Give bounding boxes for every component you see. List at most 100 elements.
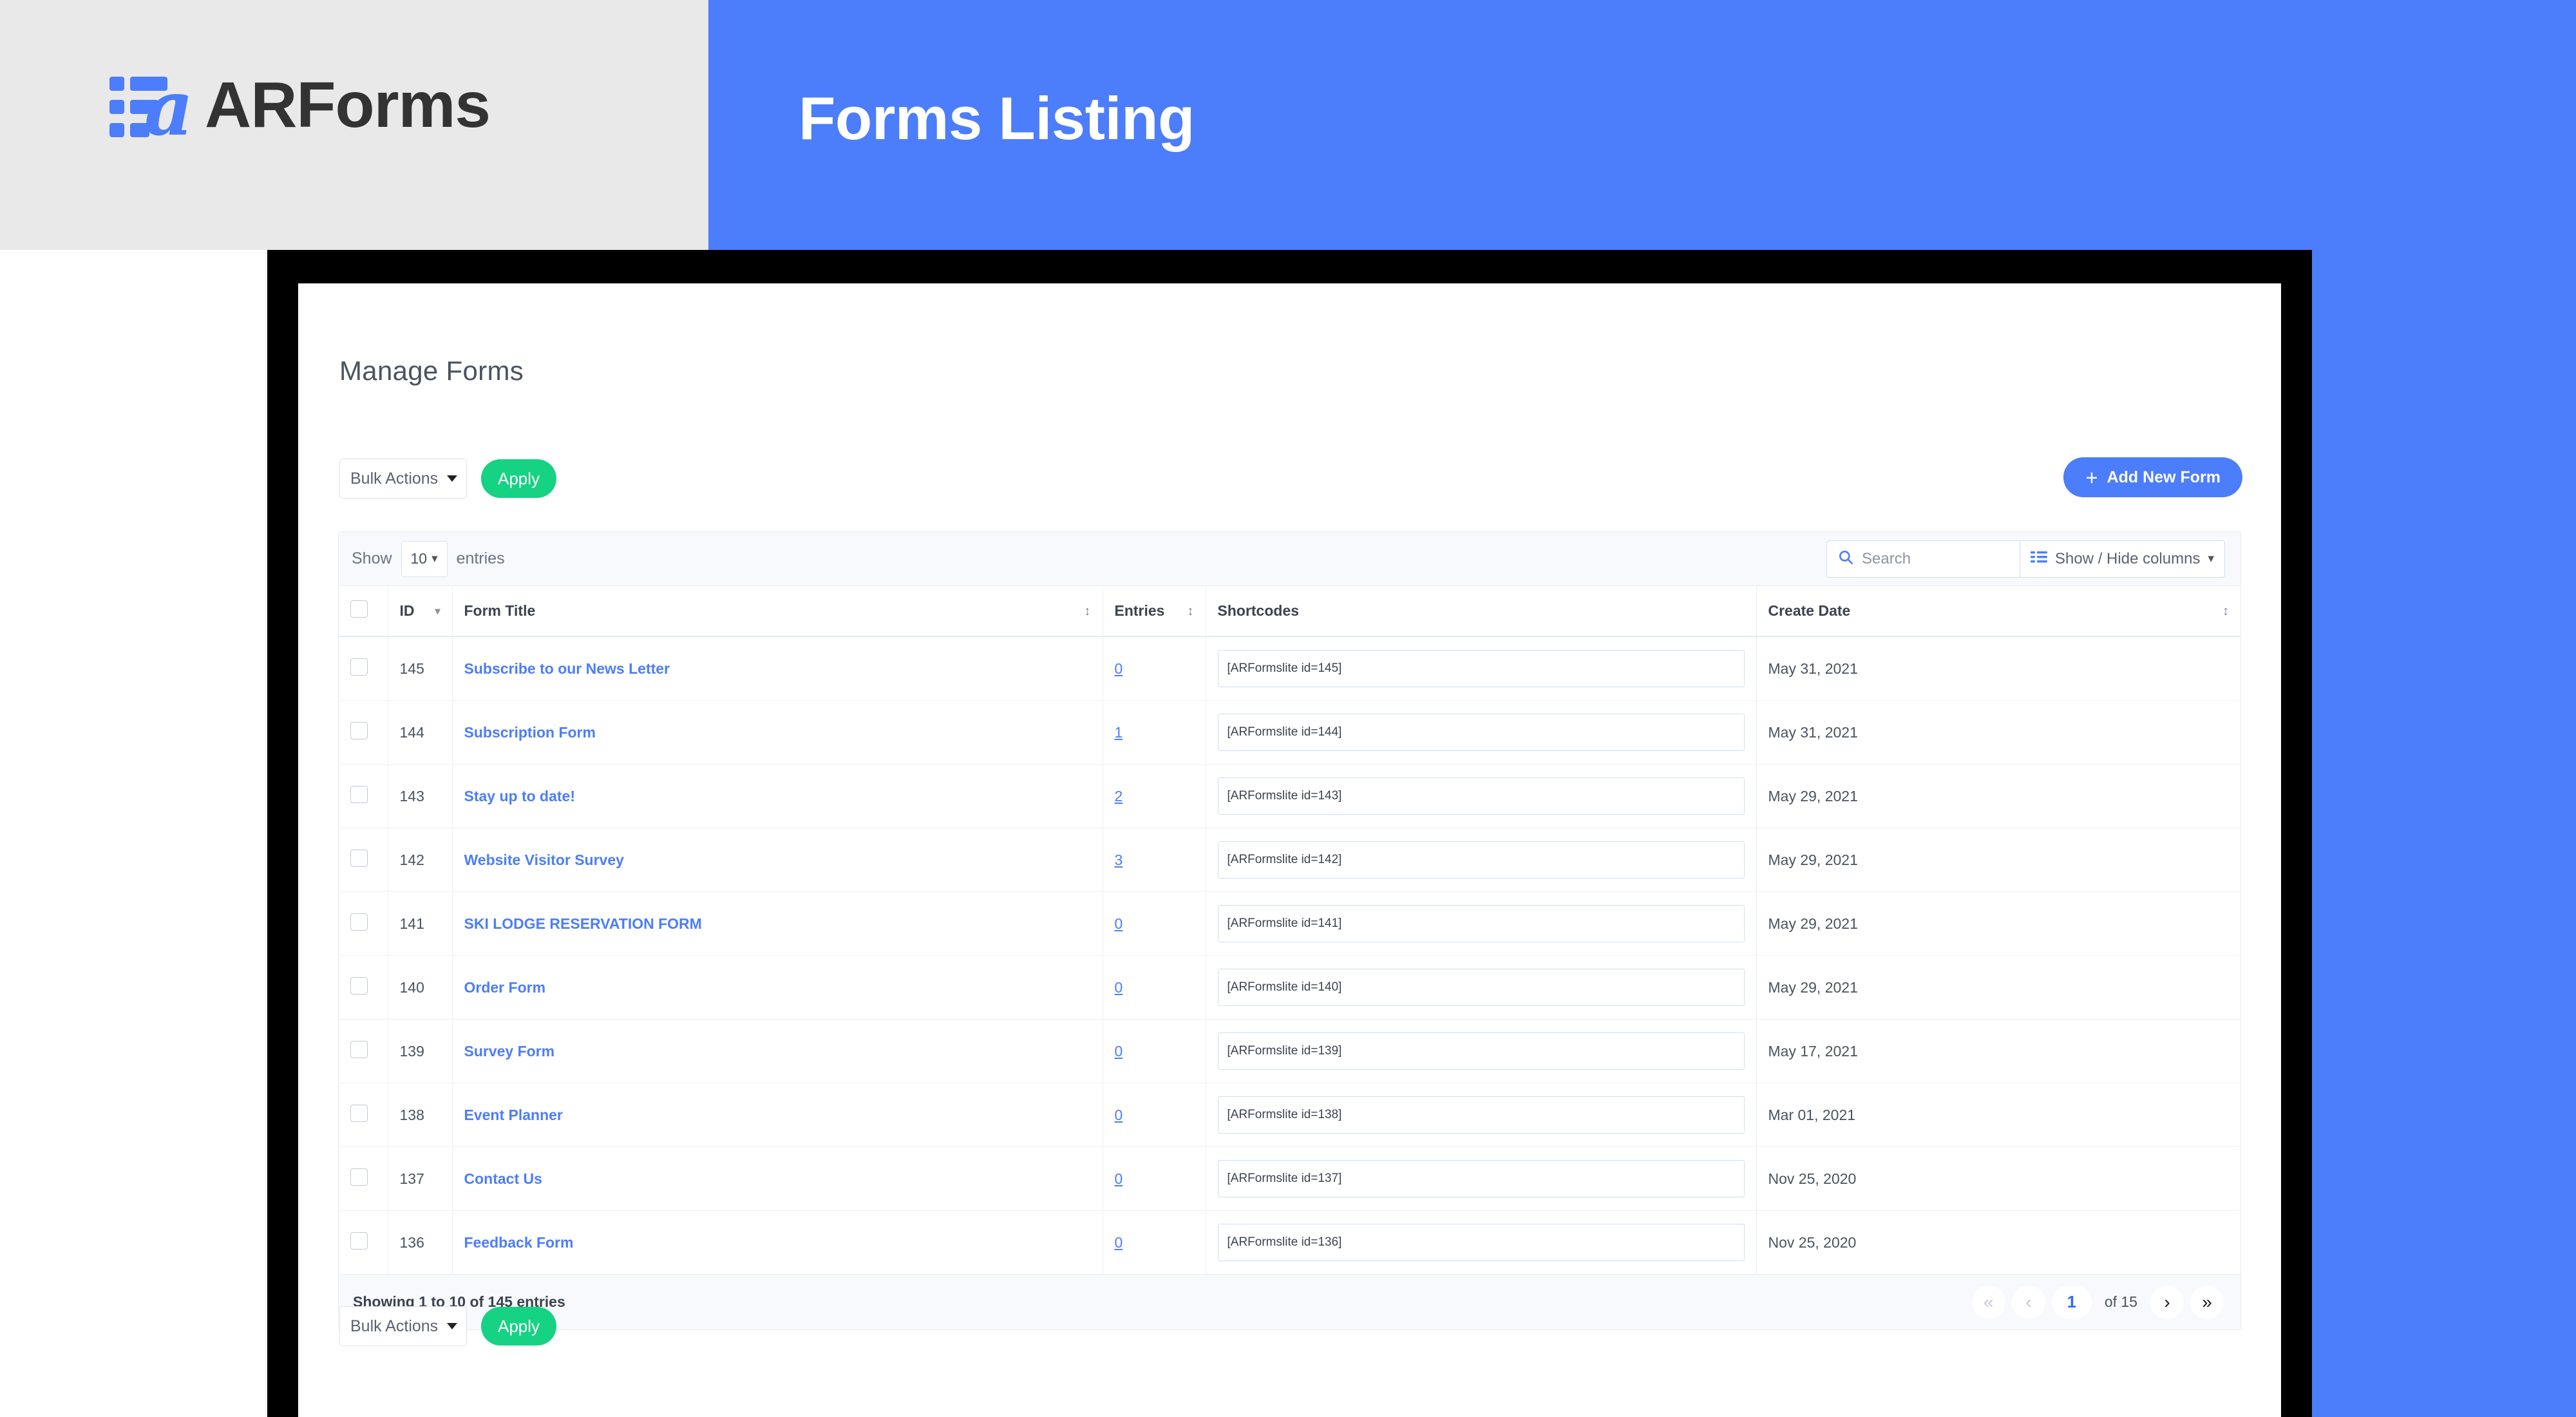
table-row: 144 Subscription Form 1 May 31, 2021 (339, 700, 2240, 765)
row-form-title-cell: Stay up to date! (452, 764, 1103, 828)
row-checkbox[interactable] (350, 785, 368, 803)
form-title-link[interactable]: SKI LODGE RESERVATION FORM (464, 915, 702, 932)
th-entries-label: Entries (1114, 602, 1165, 619)
shortcode-input[interactable] (1217, 777, 1745, 815)
datatable-footer: Showing 1 to 10 of 145 entries « ‹ 1 of … (339, 1274, 2240, 1329)
form-title-link[interactable]: Event Planner (464, 1107, 563, 1123)
bulk-actions-select-bottom[interactable]: Bulk Actions (339, 1306, 467, 1346)
row-checkbox[interactable] (350, 849, 368, 867)
shortcode-input[interactable] (1217, 1224, 1745, 1261)
pagination-prev-button[interactable]: ‹ (2011, 1285, 2045, 1319)
row-shortcode-cell (1206, 828, 1757, 892)
search-icon (1837, 549, 1854, 569)
chevron-down-icon: ▾ (2208, 552, 2214, 566)
apply-button-bottom[interactable]: Apply (481, 1307, 557, 1346)
entries-count-link[interactable]: 0 (1115, 915, 1123, 932)
form-title-link[interactable]: Website Visitor Survey (464, 851, 624, 868)
form-title-link[interactable]: Subscription Form (464, 724, 596, 741)
form-title-link[interactable]: Contact Us (464, 1170, 542, 1187)
row-checkbox[interactable] (350, 721, 368, 739)
row-checkbox-cell[interactable] (339, 1146, 388, 1211)
row-checkbox-cell[interactable] (339, 1019, 388, 1083)
table-row: 139 Survey Form 0 May 17, 2021 (339, 1019, 2240, 1083)
search-field-wrapper[interactable] (1826, 540, 2020, 578)
table-row: 141 SKI LODGE RESERVATION FORM 0 May 29, 20… (339, 891, 2240, 956)
row-checkbox-cell[interactable] (339, 891, 388, 956)
entries-count-link[interactable]: 0 (1115, 979, 1123, 996)
page-length-select[interactable]: 10 ▾ (401, 540, 448, 577)
row-checkbox[interactable] (350, 658, 368, 676)
form-title-link[interactable]: Order Form (464, 979, 546, 996)
row-checkbox-cell[interactable] (339, 636, 388, 701)
shortcode-input[interactable] (1217, 905, 1745, 942)
row-shortcode-cell (1206, 1210, 1757, 1274)
row-checkbox[interactable] (350, 913, 368, 931)
row-shortcode-cell (1206, 1019, 1757, 1083)
pagination-next-button[interactable]: › (2150, 1285, 2184, 1319)
table-body: 145 Subscribe to our News Letter 0 May 31, … (339, 636, 2240, 1274)
apply-button-top[interactable]: Apply (481, 459, 557, 498)
entries-count-link[interactable]: 0 (1115, 1107, 1123, 1123)
add-new-form-label: Add New Form (2107, 468, 2221, 486)
shortcode-input[interactable] (1217, 650, 1745, 687)
row-checkbox-cell[interactable] (339, 1210, 388, 1274)
row-id: 140 (388, 955, 453, 1020)
shortcode-input[interactable] (1217, 841, 1745, 879)
browser-frame: Manage Forms Bulk Actions Apply + Add Ne… (267, 250, 2312, 1417)
form-title-link[interactable]: Survey Form (464, 1043, 555, 1060)
entries-count-link[interactable]: 1 (1115, 724, 1123, 741)
row-form-title-cell: Event Planner (452, 1083, 1103, 1147)
shortcode-input[interactable] (1217, 1096, 1745, 1134)
add-new-form-button[interactable]: + Add New Form (2063, 457, 2242, 497)
row-form-title-cell: Subscription Form (452, 700, 1103, 765)
row-checkbox[interactable] (350, 1104, 368, 1122)
bulk-actions-select-top[interactable]: Bulk Actions (339, 459, 467, 499)
shortcode-input[interactable] (1217, 1160, 1745, 1197)
form-title-link[interactable]: Stay up to date! (464, 788, 576, 804)
th-create-date[interactable]: Create Date ↕ (1756, 586, 2240, 637)
row-checkbox-cell[interactable] (339, 1083, 388, 1147)
th-entries[interactable]: Entries ↕ (1103, 586, 1206, 637)
entries-count-link[interactable]: 0 (1115, 1234, 1123, 1251)
th-id[interactable]: ID ▾ (388, 586, 453, 637)
row-checkbox[interactable] (350, 976, 368, 994)
row-checkbox-cell[interactable] (339, 764, 388, 828)
search-input[interactable] (1862, 549, 2010, 568)
entries-count-link[interactable]: 2 (1115, 788, 1123, 804)
th-select-all[interactable] (339, 586, 388, 637)
bulk-actions-label-bottom: Bulk Actions (350, 1317, 439, 1335)
form-title-link[interactable]: Subscribe to our News Letter (464, 660, 670, 677)
row-checkbox-cell[interactable] (339, 955, 388, 1020)
row-entries-cell: 0 (1103, 891, 1206, 956)
show-hide-columns-label: Show / Hide columns (2055, 549, 2201, 567)
entries-count-link[interactable]: 0 (1115, 1170, 1123, 1187)
pagination-last-button[interactable]: » (2190, 1285, 2224, 1319)
row-checkbox-cell[interactable] (339, 700, 388, 765)
arforms-logo: a ARForms (108, 68, 491, 142)
form-title-link[interactable]: Feedback Form (464, 1234, 574, 1251)
chevron-down-icon: ▾ (431, 552, 438, 566)
entries-count-link[interactable]: 0 (1115, 1043, 1123, 1060)
row-id: 142 (388, 828, 453, 892)
pagination-current-page[interactable]: 1 (2051, 1285, 2092, 1319)
pagination-first-button[interactable]: « (1971, 1285, 2005, 1319)
row-create-date: Mar 01, 2021 (1756, 1083, 2240, 1147)
th-form-title[interactable]: Form Title ↕ (452, 586, 1103, 637)
shortcode-input[interactable] (1217, 969, 1745, 1006)
shortcode-input[interactable] (1217, 1032, 1745, 1070)
th-shortcodes: Shortcodes (1206, 586, 1757, 637)
row-checkbox[interactable] (350, 1168, 368, 1186)
bulk-actions-label-top: Bulk Actions (350, 469, 439, 488)
select-all-checkbox[interactable] (350, 600, 368, 618)
bulk-actions-toolbar-bottom: Bulk Actions Apply (339, 1306, 557, 1346)
row-checkbox-cell[interactable] (339, 828, 388, 892)
entries-count-link[interactable]: 0 (1115, 660, 1123, 677)
row-entries-cell: 0 (1103, 955, 1206, 1020)
row-checkbox[interactable] (350, 1232, 368, 1250)
row-form-title-cell: Order Form (452, 955, 1103, 1020)
row-checkbox[interactable] (350, 1040, 368, 1058)
show-hide-columns-button[interactable]: Show / Hide columns ▾ (2020, 540, 2225, 578)
plus-icon: + (2085, 465, 2098, 490)
entries-count-link[interactable]: 3 (1115, 851, 1123, 868)
shortcode-input[interactable] (1217, 714, 1745, 751)
